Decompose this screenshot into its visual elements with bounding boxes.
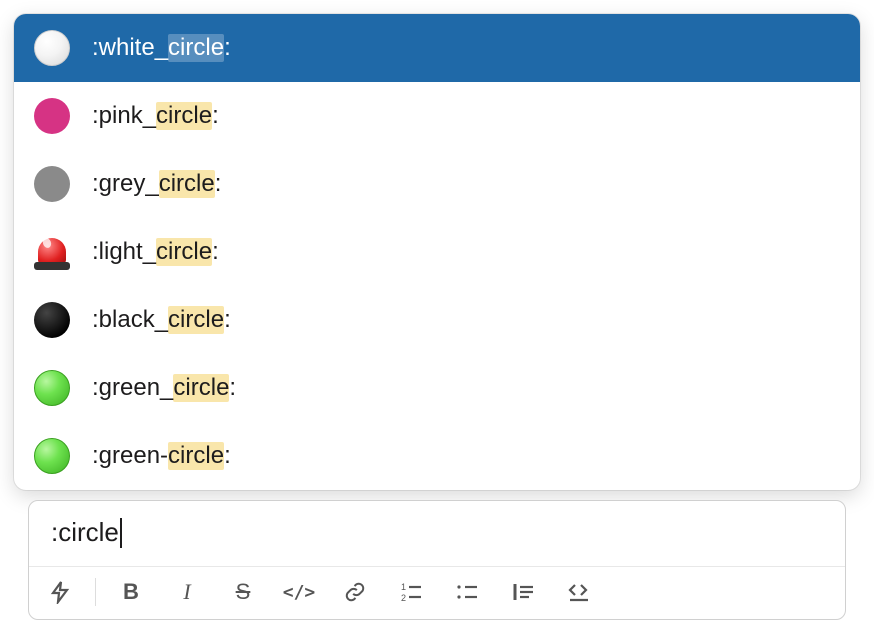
- code-button[interactable]: </>: [284, 577, 314, 607]
- blockquote-icon: [511, 580, 535, 604]
- ordered-list-button[interactable]: 1 2: [396, 577, 426, 607]
- green-circle-icon: [32, 368, 72, 408]
- text-cursor: [120, 518, 122, 548]
- link-button[interactable]: [340, 577, 370, 607]
- rotating-light-icon: [32, 232, 72, 272]
- white-circle-icon: [32, 28, 72, 68]
- bullet-list-button[interactable]: [452, 577, 482, 607]
- bullet-list-icon: [455, 580, 479, 604]
- bold-button[interactable]: B: [116, 577, 146, 607]
- code-block-button[interactable]: [564, 577, 594, 607]
- ordered-list-icon: 1 2: [399, 580, 423, 604]
- message-composer: :circle B I S </> 1 2: [28, 500, 846, 620]
- shortcuts-button[interactable]: [45, 577, 75, 607]
- emoji-result-white-circle[interactable]: :white_circle:: [14, 14, 860, 82]
- emoji-result-green-circle-alt[interactable]: :green-circle:: [14, 422, 860, 490]
- emoji-result-label: :pink_circle:: [92, 102, 219, 130]
- link-icon: [344, 581, 366, 603]
- emoji-result-label: :light_circle:: [92, 238, 219, 266]
- emoji-autocomplete-popup: :white_circle: :pink_circle: :grey_circl…: [14, 14, 860, 490]
- composer-toolbar: B I S </> 1 2: [29, 566, 845, 619]
- composer-input-row[interactable]: :circle: [29, 501, 845, 566]
- strikethrough-button[interactable]: S: [228, 577, 258, 607]
- lightning-icon: [48, 580, 72, 604]
- emoji-result-label: :grey_circle:: [92, 170, 221, 198]
- svg-text:2: 2: [401, 593, 406, 603]
- black-circle-icon: [32, 300, 72, 340]
- emoji-result-label: :white_circle:: [92, 34, 231, 62]
- emoji-result-label: :green_circle:: [92, 374, 236, 402]
- emoji-result-black-circle[interactable]: :black_circle:: [14, 286, 860, 354]
- code-block-icon: [567, 580, 591, 604]
- toolbar-divider: [95, 578, 96, 606]
- emoji-result-light-circle[interactable]: :light_circle:: [14, 218, 860, 286]
- grey-circle-icon: [32, 164, 72, 204]
- composer-text: :circle: [51, 517, 119, 548]
- emoji-result-green-circle[interactable]: :green_circle:: [14, 354, 860, 422]
- italic-button[interactable]: I: [172, 577, 202, 607]
- green-circle-icon: [32, 436, 72, 476]
- pink-circle-icon: [32, 96, 72, 136]
- svg-text:1: 1: [401, 582, 406, 592]
- emoji-result-pink-circle[interactable]: :pink_circle:: [14, 82, 860, 150]
- blockquote-button[interactable]: [508, 577, 538, 607]
- emoji-result-label: :green-circle:: [92, 442, 231, 470]
- emoji-result-grey-circle[interactable]: :grey_circle:: [14, 150, 860, 218]
- emoji-result-label: :black_circle:: [92, 306, 231, 334]
